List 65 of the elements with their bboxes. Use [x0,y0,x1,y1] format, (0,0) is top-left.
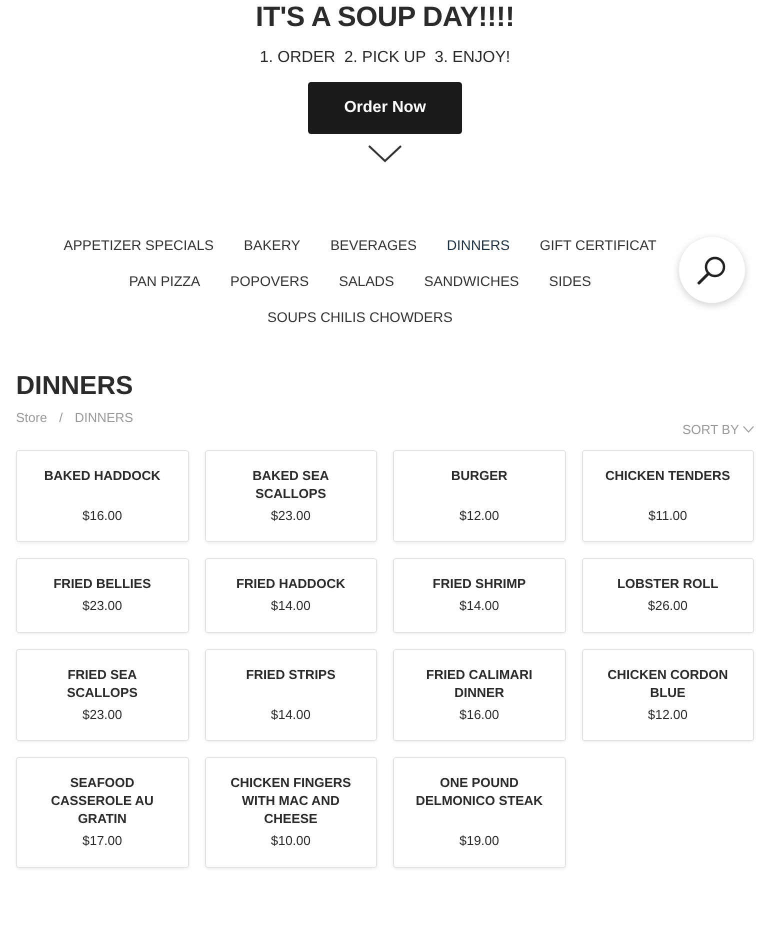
product-price: $26.00 [648,597,688,615]
breadcrumb-separator: / [58,409,64,427]
product-card[interactable]: FRIED HADDOCK $14.00 [204,558,377,632]
product-price: $11.00 [648,506,688,524]
product-price: $14.00 [459,597,500,615]
product-price: $12.00 [648,706,688,724]
category-link[interactable]: SOUPS CHILIS CHOWDERS [267,306,453,328]
product-name: SEAFOOD CASSEROLE AU GRATIN [50,774,155,828]
product-card[interactable]: CHICKEN FINGERS WITH MAC AND CHEESE $10.00 [204,757,377,868]
product-price: $14.00 [270,706,311,724]
steps-text: 1. ORDER 2. PICK UP 3. ENJOY! [260,48,510,68]
category-link[interactable]: PAN PIZZA [128,270,200,292]
product-price: $14.00 [270,597,311,615]
product-price: $19.00 [459,832,500,850]
product-name: BAKED SEA SCALLOPS [251,466,330,502]
order-now-button[interactable]: Order Now [308,82,462,134]
product-name: FRIED CALIMARI DINNER [425,666,534,702]
product-card[interactable]: SEAFOOD CASSEROLE AU GRATIN $17.00 [16,757,188,868]
product-name: FRIED BELLIES [52,575,152,593]
product-card[interactable]: LOBSTER ROLL $26.00 [582,558,754,632]
category-link[interactable]: SALADS [338,270,394,292]
product-card[interactable]: FRIED SHRIMP $14.00 [393,558,566,632]
search-button[interactable] [679,237,745,303]
product-price: $23.00 [270,506,311,524]
product-name: CHICKEN FINGERS WITH MAC AND CHEESE [229,774,352,828]
product-name: FRIED STRIPS [244,666,337,684]
product-price: $23.00 [82,706,122,724]
caret-icon [743,426,754,434]
product-price: $16.00 [459,706,500,724]
chevron-down-icon[interactable] [368,144,402,163]
product-card[interactable]: ONE POUND DELMONICO STEAK $19.00 [393,757,566,868]
page-title: DINNERS [16,369,134,402]
category-link[interactable]: BAKERY [244,234,300,256]
product-card[interactable]: BURGER $12.00 [393,450,566,542]
product-card[interactable]: CHICKEN TENDERS $11.00 [582,450,754,542]
product-card[interactable]: CHICKEN CORDON BLUE $12.00 [582,648,754,741]
product-name: BAKED HADDOCK [43,466,162,484]
hero-title: IT'S A SOUP DAY!!!! [256,0,514,34]
product-price: $12.00 [459,506,500,524]
product-name: CHICKEN TENDERS [604,466,732,484]
product-name: FRIED HADDOCK [235,575,346,593]
product-name: CHICKEN CORDON BLUE [606,666,730,702]
category-link[interactable]: SIDES [549,270,592,292]
category-link[interactable]: POPOVERS [230,270,309,292]
product-price: $23.00 [82,597,122,615]
category-link[interactable]: SANDWICHES [424,270,520,292]
product-card[interactable]: BAKED SEA SCALLOPS $23.00 [204,450,377,542]
product-price: $17.00 [82,832,122,850]
search-icon [697,255,727,285]
product-name: LOBSTER ROLL [616,575,720,593]
category-link[interactable]: BEVERAGES [330,234,417,256]
product-card[interactable]: FRIED STRIPS $14.00 [204,648,377,741]
product-card[interactable]: FRIED CALIMARI DINNER $16.00 [393,648,566,741]
product-name: BURGER [450,466,508,484]
product-card[interactable]: FRIED BELLIES $23.00 [16,558,188,632]
product-name: ONE POUND DELMONICO STEAK [414,774,544,810]
product-card[interactable]: BAKED HADDOCK $16.00 [16,450,188,542]
product-price: $16.00 [82,506,122,524]
product-price: $10.00 [270,832,311,850]
product-name: FRIED SEA SCALLOPS [66,666,139,702]
category-link[interactable]: DINNERS [446,234,510,256]
product-name: FRIED SHRIMP [432,575,527,593]
category-link[interactable]: GIFT CERTIFICAT [540,234,656,256]
product-card[interactable]: FRIED SEA SCALLOPS $23.00 [16,648,188,741]
category-link[interactable]: APPETIZER SPECIALS [64,234,214,256]
